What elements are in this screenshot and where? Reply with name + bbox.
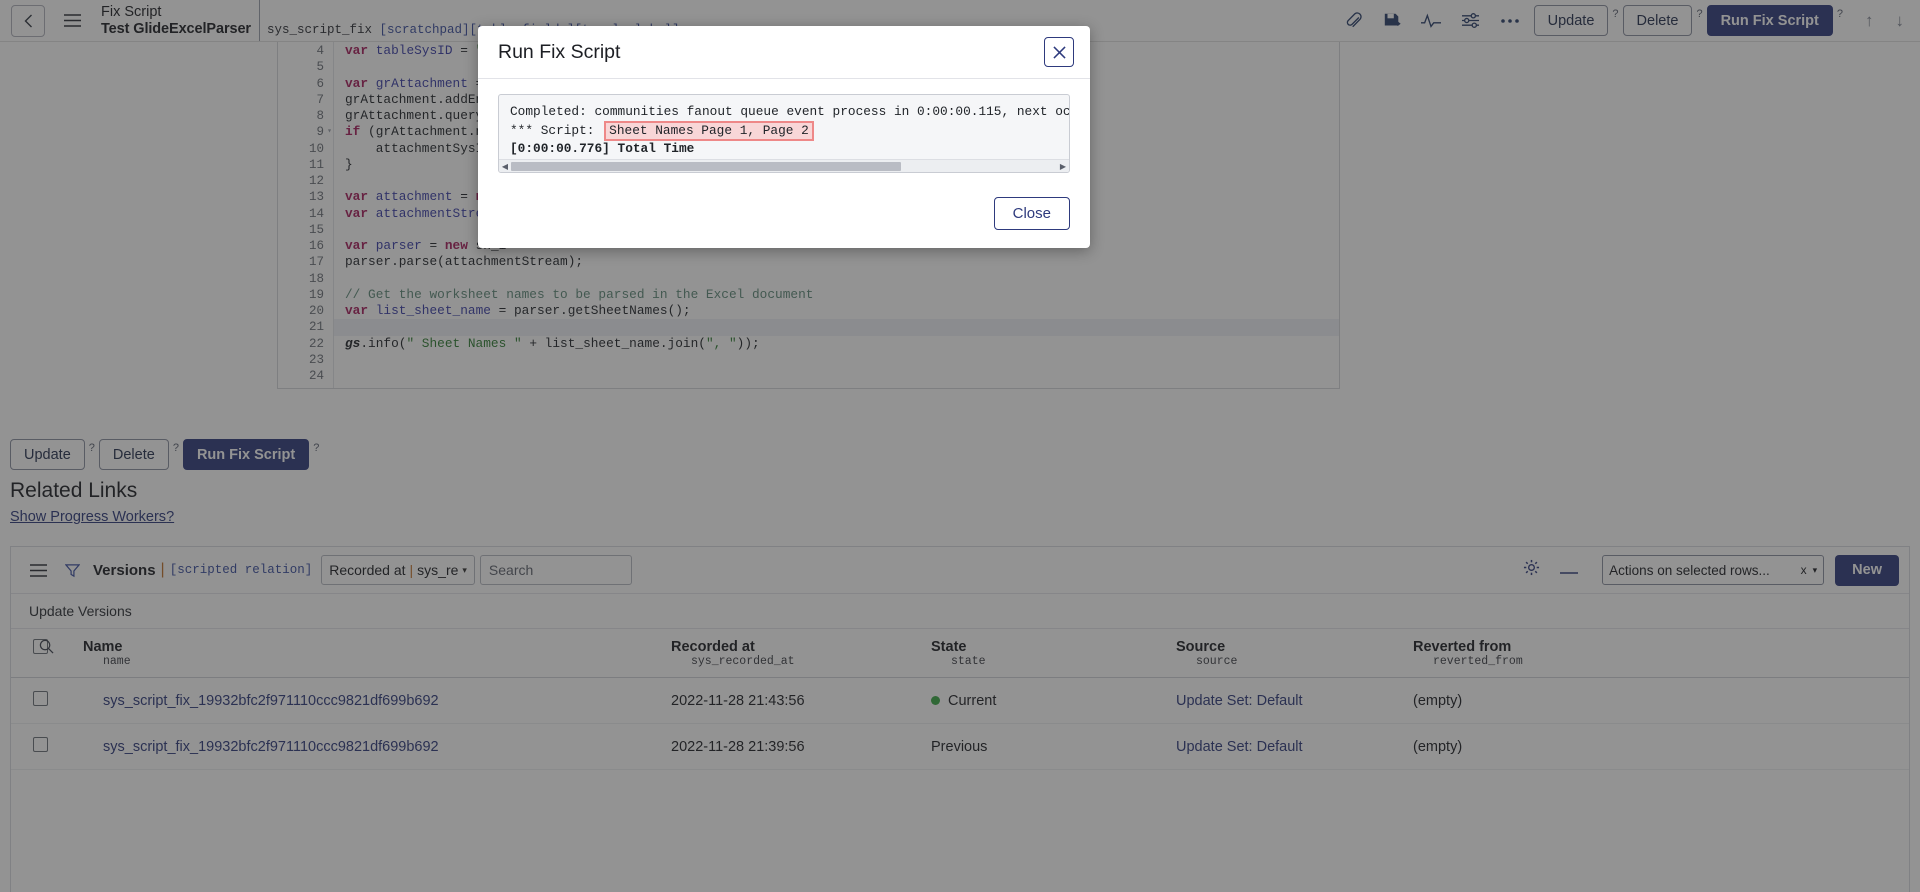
scroll-left-icon[interactable]: ◀ <box>499 162 511 171</box>
dialog-close-button[interactable]: Close <box>993 197 1070 230</box>
output-line-total-time: [0:00:00.776] Total Time <box>510 141 695 157</box>
dialog-close-icon-button[interactable] <box>1044 37 1074 67</box>
output-script-prefix: *** Script: <box>510 122 603 138</box>
script-output-box[interactable]: Completed: communities fanout queue even… <box>498 94 1070 173</box>
dialog-title: Run Fix Script <box>498 40 621 63</box>
output-horizontal-scrollbar[interactable]: ◀ ▶ <box>499 159 1069 172</box>
scroll-right-icon[interactable]: ▶ <box>1057 162 1069 171</box>
script-output-lines: Completed: communities fanout queue even… <box>499 95 1069 158</box>
dialog-body: Completed: communities fanout queue even… <box>478 79 1090 173</box>
dialog-header: Run Fix Script <box>478 26 1090 79</box>
run-fix-script-dialog: Run Fix Script Completed: communities fa… <box>478 26 1090 248</box>
output-script-highlight: Sheet Names Page 1, Page 2 <box>604 120 814 142</box>
output-line-script: *** Script: Sheet Names Page 1, Page 2 <box>510 120 1069 142</box>
app-root: Fix Script Test GlideExcelParser sys_scr… <box>0 0 1920 892</box>
dialog-footer: Close <box>478 197 1090 248</box>
output-line-completed: Completed: communities fanout queue even… <box>510 104 1069 119</box>
scrollbar-thumb[interactable] <box>511 161 901 171</box>
close-x-icon <box>1052 45 1066 59</box>
